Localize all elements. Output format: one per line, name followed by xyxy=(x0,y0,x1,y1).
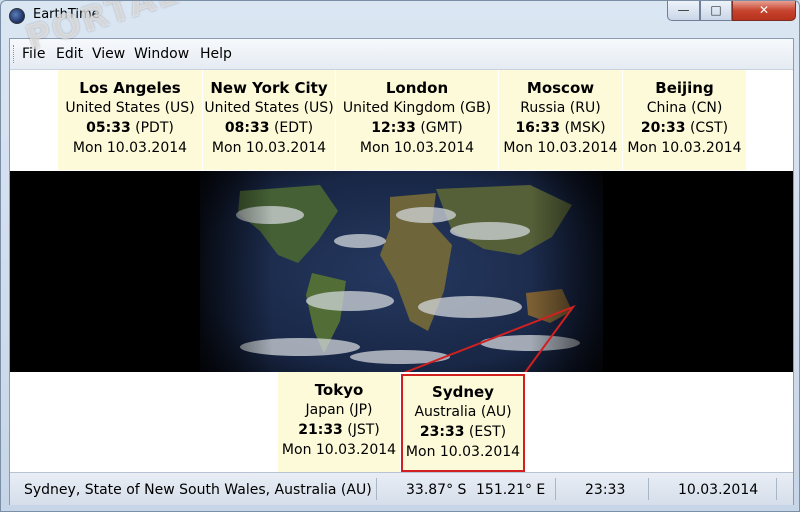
status-bar: Sydney, State of New South Wales, Austra… xyxy=(10,472,793,505)
close-button[interactable]: ✕ xyxy=(732,1,796,21)
status-divider xyxy=(776,478,777,500)
city-date: Mon 10.03.2014 xyxy=(405,444,521,460)
city-country: China (CN) xyxy=(646,100,723,116)
city-country: Australia (AU) xyxy=(414,404,512,420)
city-date: Mon 10.03.2014 xyxy=(503,140,618,156)
world-map[interactable] xyxy=(200,171,603,372)
title-bar[interactable]: EarthTime — □ ✕ xyxy=(1,1,799,31)
city-country: United States (US) xyxy=(204,100,334,116)
maximize-button[interactable]: □ xyxy=(700,1,732,21)
city-date: Mon 10.03.2014 xyxy=(211,140,327,156)
city-timezone: (MSK) xyxy=(564,120,606,136)
status-location: Sydney, State of New South Wales, Austra… xyxy=(24,482,372,498)
city-card-sydney-selected[interactable]: Sydney Australia (AU) 23:33 (EST) Mon 10… xyxy=(401,374,525,472)
menu-edit[interactable]: Edit xyxy=(56,46,83,62)
city-country: United Kingdom (GB) xyxy=(342,100,492,116)
city-timezone: (JST) xyxy=(347,422,380,438)
menu-help[interactable]: Help xyxy=(200,46,232,62)
window-title: EarthTime xyxy=(33,7,100,22)
city-card-moscow[interactable]: Moscow Russia (RU) 16:33 (MSK) Mon 10.03… xyxy=(499,70,622,170)
city-timezone: (CST) xyxy=(689,120,729,136)
menu-file[interactable]: File xyxy=(22,46,45,62)
city-date: Mon 10.03.2014 xyxy=(627,140,742,156)
city-name: Tokyo xyxy=(314,381,364,399)
client-area: File Edit View Window Help Los Angeles U… xyxy=(9,38,794,505)
city-time: 23:33 xyxy=(419,424,465,440)
minimize-button[interactable]: — xyxy=(667,1,700,21)
earth-app-icon[interactable] xyxy=(9,8,25,24)
city-card-beijing[interactable]: Beijing China (CN) 20:33 (CST) Mon 10.03… xyxy=(623,70,746,170)
city-time: 12:33 xyxy=(371,120,416,136)
city-card-los-angeles[interactable]: Los Angeles United States (US) 05:33 (PD… xyxy=(58,70,202,170)
city-timezone: (GMT) xyxy=(420,120,463,136)
city-time: 05:33 xyxy=(86,120,131,136)
world-map-band xyxy=(10,171,793,372)
top-city-row: Los Angeles United States (US) 05:33 (PD… xyxy=(10,70,793,171)
city-timezone: (PDT) xyxy=(135,120,174,136)
city-timezone: (EST) xyxy=(468,424,507,440)
app-window: EarthTime — □ ✕ File Edit View Window He… xyxy=(0,0,800,512)
city-card-london[interactable]: London United Kingdom (GB) 12:33 (GMT) M… xyxy=(336,70,498,170)
status-divider xyxy=(555,478,556,500)
status-time: 23:33 xyxy=(585,482,626,498)
city-country: Russia (RU) xyxy=(520,100,601,116)
menu-bar: File Edit View Window Help xyxy=(10,39,793,70)
city-time: 20:33 xyxy=(640,120,686,136)
city-name: Beijing xyxy=(655,79,714,97)
status-latitude: 33.87° S xyxy=(406,482,467,498)
city-timezone: (EDT) xyxy=(273,120,314,136)
status-divider xyxy=(376,478,377,500)
toolbar-grip[interactable] xyxy=(13,45,17,63)
city-time: 16:33 xyxy=(515,120,561,136)
city-name: New York City xyxy=(210,79,328,97)
menu-window[interactable]: Window xyxy=(134,46,189,62)
city-name: London xyxy=(385,79,449,97)
city-name: Sydney xyxy=(432,383,494,401)
city-country: United States (US) xyxy=(65,100,195,116)
city-date: Mon 10.03.2014 xyxy=(72,140,188,156)
city-time: 08:33 xyxy=(224,120,270,136)
bottom-city-row: Tokyo Japan (JP) 21:33 (JST) Mon 10.03.2… xyxy=(10,372,793,472)
city-card-tokyo[interactable]: Tokyo Japan (JP) 21:33 (JST) Mon 10.03.2… xyxy=(278,372,400,472)
city-card-new-york[interactable]: New York City United States (US) 08:33 (… xyxy=(203,70,335,170)
city-time: 21:33 xyxy=(298,422,343,438)
city-name: Moscow xyxy=(526,79,595,97)
menu-view[interactable]: View xyxy=(92,46,125,62)
city-name: Los Angeles xyxy=(79,79,181,97)
status-date: 10.03.2014 xyxy=(678,482,759,498)
status-divider xyxy=(648,478,649,500)
city-country: Japan (JP) xyxy=(305,402,373,418)
city-date: Mon 10.03.2014 xyxy=(281,442,397,458)
city-date: Mon 10.03.2014 xyxy=(359,140,475,156)
status-longitude: 151.21° E xyxy=(476,482,546,498)
